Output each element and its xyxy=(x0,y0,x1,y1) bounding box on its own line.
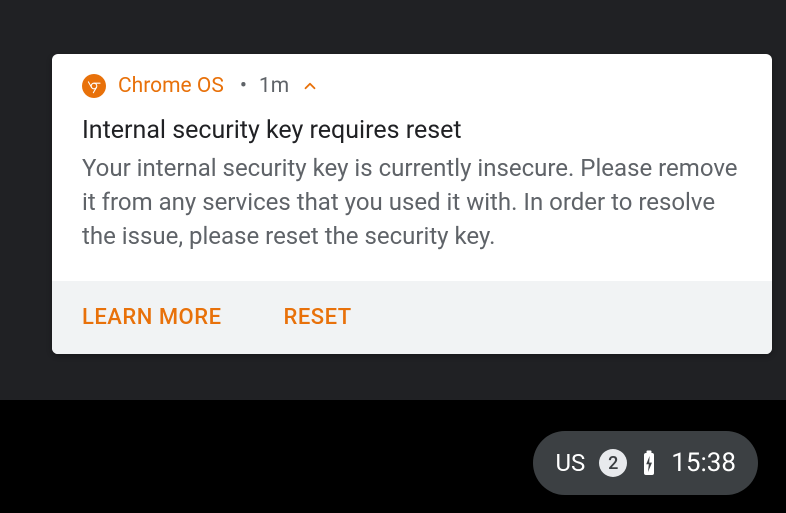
notification-message: Your internal security key is currently … xyxy=(82,151,742,253)
notification-body: Chrome OS • 1m Internal security key req… xyxy=(52,54,772,281)
status-tray[interactable]: US 2 15:38 xyxy=(533,431,758,495)
reset-button[interactable]: RESET xyxy=(284,305,352,330)
notification-count-badge[interactable]: 2 xyxy=(599,449,627,477)
learn-more-button[interactable]: LEARN MORE xyxy=(82,305,222,330)
notification-title: Internal security key requires reset xyxy=(82,116,742,145)
notification-card: Chrome OS • 1m Internal security key req… xyxy=(52,54,772,354)
notification-actions: LEARN MORE RESET xyxy=(52,281,772,354)
chevron-up-icon[interactable] xyxy=(301,77,319,95)
ime-indicator[interactable]: US xyxy=(555,449,585,477)
battery-charging-icon xyxy=(641,450,657,476)
notification-app-name: Chrome OS xyxy=(118,74,224,98)
chrome-os-icon xyxy=(82,74,106,98)
clock[interactable]: 15:38 xyxy=(671,448,736,478)
notification-time: 1m xyxy=(259,74,289,98)
notification-header: Chrome OS • 1m xyxy=(82,74,742,98)
notification-separator: • xyxy=(240,74,247,98)
